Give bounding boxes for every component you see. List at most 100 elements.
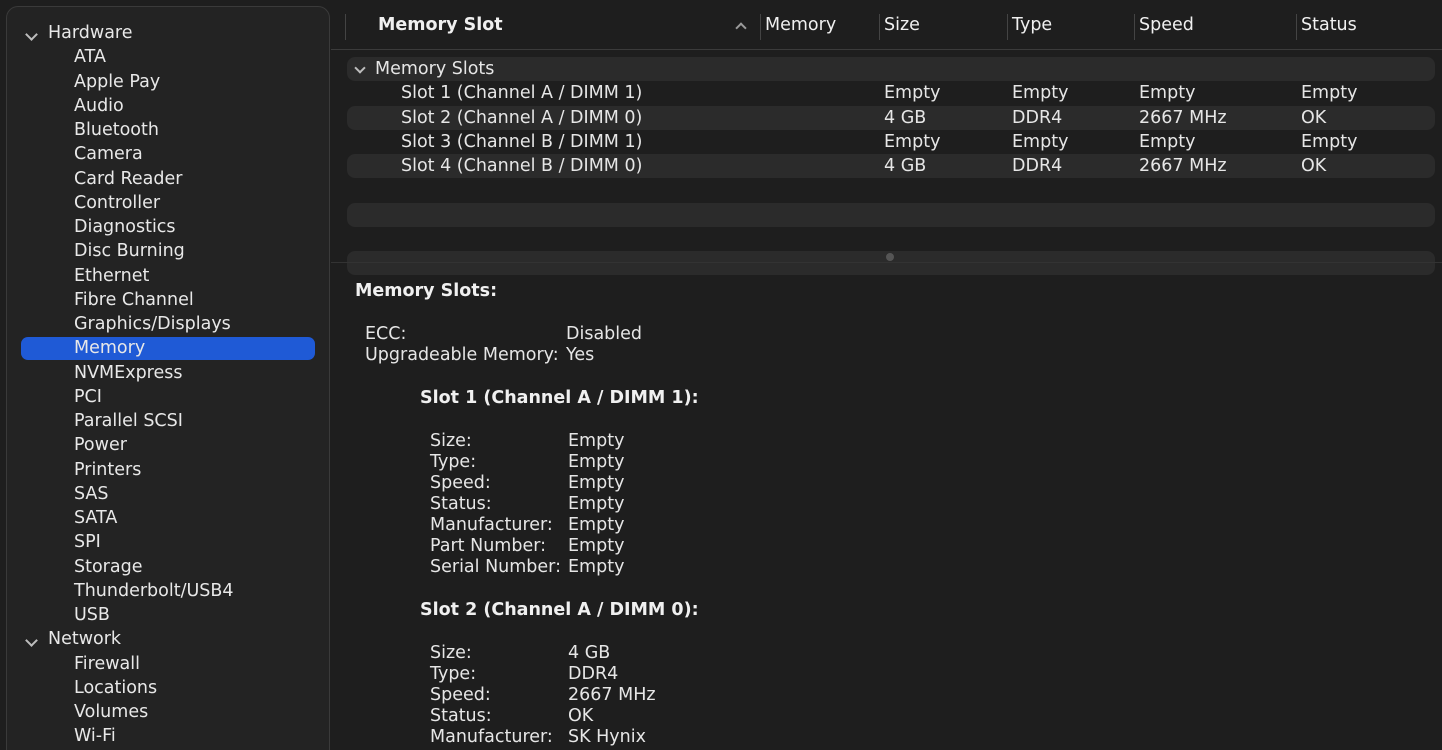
sidebar-item-controller[interactable]: Controller <box>7 191 329 215</box>
sidebar-item-fibre-channel[interactable]: Fibre Channel <box>7 288 329 312</box>
sidebar-item-apple-pay[interactable]: Apple Pay <box>7 70 329 94</box>
sidebar-item-thunderbolt-usb4[interactable]: Thunderbolt/USB4 <box>7 579 329 603</box>
sidebar-item-label: SAS <box>74 483 109 504</box>
sidebar-group-hardware[interactable]: Hardware <box>7 21 329 45</box>
detail-value: Empty <box>568 536 625 556</box>
sidebar-item-label: Diagnostics <box>74 217 176 237</box>
column-header-size[interactable]: Size <box>884 15 920 35</box>
sidebar-item-memory[interactable]: Memory <box>7 336 329 360</box>
split-divider <box>331 262 1442 263</box>
sidebar-item-label: NVMExpress <box>74 362 183 383</box>
sidebar-item-firewall[interactable]: Firewall <box>7 652 329 676</box>
sidebar-item-label: Thunderbolt/USB4 <box>74 580 234 601</box>
detail-key: Size: <box>430 431 472 451</box>
cell-type: DDR4 <box>1012 156 1063 176</box>
sidebar-item-volumes[interactable]: Volumes <box>7 700 329 724</box>
sidebar-item-parallel-scsi[interactable]: Parallel SCSI <box>7 409 329 433</box>
sidebar-item-power[interactable]: Power <box>7 433 329 457</box>
detail-row: Type: DDR4 <box>430 664 1442 685</box>
detail-row: Status: Empty <box>430 494 1442 515</box>
sidebar-item-ethernet[interactable]: Ethernet <box>7 264 329 288</box>
sidebar-item-wi-fi[interactable]: Wi-Fi <box>7 724 329 748</box>
detail-row: Manufacturer: SK Hynix <box>430 727 1442 748</box>
column-header-memory-slot[interactable]: Memory Slot <box>378 15 503 35</box>
sidebar-item-ata[interactable]: ATA <box>7 45 329 69</box>
sidebar-item-label: Audio <box>74 95 124 116</box>
sidebar-item-locations[interactable]: Locations <box>7 676 329 700</box>
sidebar-item-spi[interactable]: SPI <box>7 530 329 554</box>
detail-row: Upgradeable Memory: Yes <box>365 345 1442 366</box>
cell-type: DDR4 <box>1012 107 1063 128</box>
sidebar-item-pci[interactable]: PCI <box>7 385 329 409</box>
column-header-memory[interactable]: Memory <box>765 15 836 35</box>
detail-value: Empty <box>568 494 625 514</box>
sidebar-item-sas[interactable]: SAS <box>7 482 329 506</box>
sidebar-item-label: Controller <box>74 192 161 213</box>
sidebar-item-storage[interactable]: Storage <box>7 555 329 579</box>
table-group-row[interactable]: Memory Slots <box>347 57 1435 82</box>
detail-key: Speed: <box>430 685 491 705</box>
detail-value: Empty <box>568 431 625 451</box>
detail-key: Speed: <box>430 473 491 493</box>
detail-row: Size: 4 GB <box>430 643 1442 664</box>
slot-1-title: Slot 1 (Channel A / DIMM 1): <box>420 388 699 408</box>
sidebar-item-label: Firewall <box>74 653 140 674</box>
sort-ascending-icon[interactable] <box>735 22 747 34</box>
detail-value: Empty <box>568 473 625 493</box>
cell-speed: 2667 MHz <box>1139 107 1227 128</box>
column-header-type[interactable]: Type <box>1012 15 1052 35</box>
split-handle[interactable] <box>886 253 894 261</box>
table-row[interactable]: Slot 2 (Channel A / DIMM 0) 4 GB DDR4 26… <box>347 105 1435 130</box>
detail-key: Status: <box>430 706 492 726</box>
sidebar-item-disc-burning[interactable]: Disc Burning <box>7 239 329 263</box>
column-header-speed[interactable]: Speed <box>1139 15 1194 35</box>
column-divider[interactable] <box>760 14 761 40</box>
table-row[interactable]: Slot 4 (Channel B / DIMM 0) 4 GB DDR4 26… <box>347 154 1435 179</box>
sidebar-item-nvmexpress[interactable]: NVMExpress <box>7 361 329 385</box>
column-divider[interactable] <box>879 14 880 40</box>
sidebar-item-bluetooth[interactable]: Bluetooth <box>7 118 329 142</box>
cell-type: Empty <box>1012 83 1069 104</box>
detail-row: Manufacturer: Empty <box>430 515 1442 536</box>
cell-status: OK <box>1301 156 1327 176</box>
sidebar-item-audio[interactable]: Audio <box>7 94 329 118</box>
cell-status: Empty <box>1301 131 1358 152</box>
slot-2-title: Slot 2 (Channel A / DIMM 0): <box>420 600 699 620</box>
cell-speed: Empty <box>1139 131 1196 152</box>
sidebar-item-label: SPI <box>74 532 101 553</box>
column-header-status[interactable]: Status <box>1301 15 1357 35</box>
sidebar-item-label: PCI <box>74 386 102 407</box>
sidebar-item-card-reader[interactable]: Card Reader <box>7 167 329 191</box>
sidebar-item-diagnostics[interactable]: Diagnostics <box>7 215 329 239</box>
cell-type: Empty <box>1012 131 1069 152</box>
sidebar-item-camera[interactable]: Camera <box>7 142 329 166</box>
detail-row: Speed: 2667 MHz <box>430 685 1442 706</box>
sidebar-item-sata[interactable]: SATA <box>7 506 329 530</box>
column-divider[interactable] <box>1134 14 1135 40</box>
cell-slot: Slot 1 (Channel A / DIMM 1) <box>401 83 643 104</box>
cell-slot: Slot 2 (Channel A / DIMM 0) <box>401 107 643 128</box>
column-divider[interactable] <box>1007 14 1008 40</box>
detail-key: Manufacturer: <box>430 727 553 747</box>
cell-size: 4 GB <box>884 156 927 176</box>
table-row[interactable]: Slot 1 (Channel A / DIMM 1) Empty Empty … <box>347 81 1435 105</box>
sidebar-item-graphics-displays[interactable]: Graphics/Displays <box>7 312 329 336</box>
chevron-down-icon[interactable] <box>25 634 38 648</box>
sidebar-group-network[interactable]: Network <box>7 627 329 651</box>
cell-status: Empty <box>1301 83 1358 104</box>
chevron-down-icon[interactable] <box>354 62 366 74</box>
sidebar-item-label: Locations <box>74 677 158 698</box>
cell-status: OK <box>1301 107 1327 128</box>
detail-key: Part Number: <box>430 536 546 556</box>
sidebar-item-printers[interactable]: Printers <box>7 458 329 482</box>
sidebar-item-usb[interactable]: USB <box>7 603 329 627</box>
detail-key: Status: <box>430 494 492 514</box>
column-divider <box>345 14 346 40</box>
column-divider[interactable] <box>1296 14 1297 40</box>
chevron-down-icon[interactable] <box>25 28 38 41</box>
detail-row: Size: Empty <box>430 431 1442 452</box>
table-row[interactable]: Slot 3 (Channel B / DIMM 1) Empty Empty … <box>347 130 1435 154</box>
sidebar-item-label: Card Reader <box>74 168 183 189</box>
sidebar-item-label: Graphics/Displays <box>74 314 231 334</box>
detail-row: Serial Number: Empty <box>430 557 1442 578</box>
